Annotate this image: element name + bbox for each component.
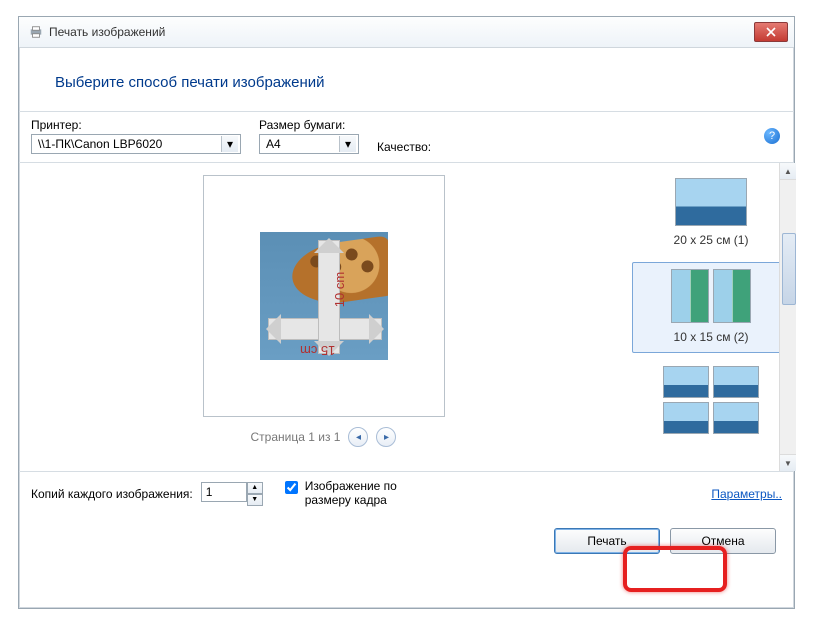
- layout-option-10x15[interactable]: 10 x 15 см (2): [632, 262, 790, 353]
- preview-image: 10 cm 15 cm: [260, 232, 388, 360]
- main-area: 10 cm 15 cm Страница 1 из 1 ◂ ▸ 20 x 25 …: [19, 163, 794, 471]
- window-title: Печать изображений: [49, 25, 165, 39]
- layout-option-20x25[interactable]: 20 x 25 см (1): [632, 171, 790, 256]
- chevron-down-icon: ▾: [221, 136, 238, 152]
- paper-label: Размер бумаги:: [259, 118, 359, 132]
- layout-thumb-icon: [671, 269, 709, 323]
- quality-label: Качество:: [377, 140, 457, 154]
- preview-pane: 10 cm 15 cm Страница 1 из 1 ◂ ▸: [19, 163, 628, 471]
- titlebar: Печать изображений: [19, 17, 794, 48]
- layout-option-quad[interactable]: [632, 359, 790, 447]
- printer-combo[interactable]: \\1-ПК\Canon LBP6020 ▾: [31, 134, 241, 154]
- button-row: Печать Отмена: [19, 516, 794, 570]
- layout-thumb-icon: [713, 402, 759, 434]
- paper-combo[interactable]: A4 ▾: [259, 134, 359, 154]
- chevron-down-icon: ▾: [339, 136, 356, 152]
- layout-thumb-icon: [713, 269, 751, 323]
- layout-label: 20 x 25 см (1): [635, 233, 787, 247]
- layout-thumb-icon: [663, 366, 709, 398]
- page-preview: 10 cm 15 cm: [203, 175, 445, 417]
- prev-page-button[interactable]: ◂: [348, 427, 368, 447]
- printer-label: Принтер:: [31, 118, 241, 132]
- next-page-button[interactable]: ▸: [376, 427, 396, 447]
- scroll-thumb[interactable]: [782, 233, 796, 305]
- pager: Страница 1 из 1 ◂ ▸: [251, 427, 397, 447]
- options-link[interactable]: Параметры..: [711, 487, 782, 501]
- printer-value: \\1-ПК\Canon LBP6020: [38, 137, 162, 151]
- scroll-down-button[interactable]: ▼: [780, 454, 796, 471]
- print-controls: Принтер: \\1-ПК\Canon LBP6020 ▾ Размер б…: [19, 112, 794, 162]
- copies-input[interactable]: [201, 482, 247, 502]
- layouts-pane: 20 x 25 см (1) 10 x 15 см (2) ▲ ▼: [628, 163, 794, 471]
- layout-label: 10 x 15 см (2): [635, 330, 787, 344]
- copies-label: Копий каждого изображения:: [31, 487, 193, 501]
- layout-thumb-icon: [713, 366, 759, 398]
- fit-frame-checkbox[interactable]: [285, 481, 298, 494]
- spin-down-button[interactable]: ▼: [247, 494, 263, 506]
- scrollbar[interactable]: ▲ ▼: [779, 163, 796, 471]
- printer-icon: [29, 25, 43, 39]
- cancel-button[interactable]: Отмена: [670, 528, 776, 554]
- print-button[interactable]: Печать: [554, 528, 660, 554]
- close-icon: [766, 27, 776, 37]
- print-dialog: Печать изображений Выберите способ печат…: [18, 16, 795, 609]
- fit-frame-label: Изображение по размеру кадра: [305, 480, 397, 508]
- pager-text: Страница 1 из 1: [251, 430, 341, 444]
- bottom-row: Копий каждого изображения: ▲ ▼ Изображен…: [19, 471, 794, 516]
- dimension-horizontal: 15 cm: [300, 343, 335, 358]
- paper-value: A4: [266, 137, 281, 151]
- help-icon[interactable]: ?: [764, 128, 780, 144]
- header: Выберите способ печати изображений: [19, 48, 794, 111]
- copies-spinner[interactable]: ▲ ▼: [201, 482, 263, 506]
- close-button[interactable]: [754, 22, 788, 42]
- dimension-vertical: 10 cm: [332, 272, 347, 307]
- layout-thumb-icon: [663, 402, 709, 434]
- scroll-up-button[interactable]: ▲: [780, 163, 796, 180]
- layout-thumb-icon: [675, 178, 747, 226]
- instruction-text: Выберите способ печати изображений: [55, 74, 794, 91]
- spin-up-button[interactable]: ▲: [247, 482, 263, 494]
